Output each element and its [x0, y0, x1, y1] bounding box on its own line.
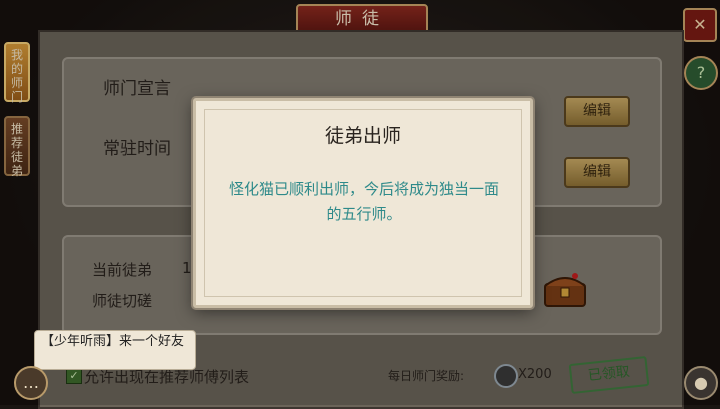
avatar-icon[interactable]: ● — [684, 366, 718, 400]
chat-icon[interactable]: … — [14, 366, 48, 400]
chat-message-bubble[interactable]: 【少年听雨】来一个好友 — [34, 330, 196, 370]
chat-message-text: 【少年听雨】来一个好友 — [41, 334, 185, 349]
graduation-dialog[interactable]: 徒弟出师 怪化猫已顺利出师，今后将成为独当一面的五行师。 — [193, 98, 533, 308]
dialog-title: 徒弟出师 — [324, 125, 401, 147]
dialog-message: 怪化猫已顺利出师，今后将成为独当一面的五行师。 — [228, 180, 499, 223]
